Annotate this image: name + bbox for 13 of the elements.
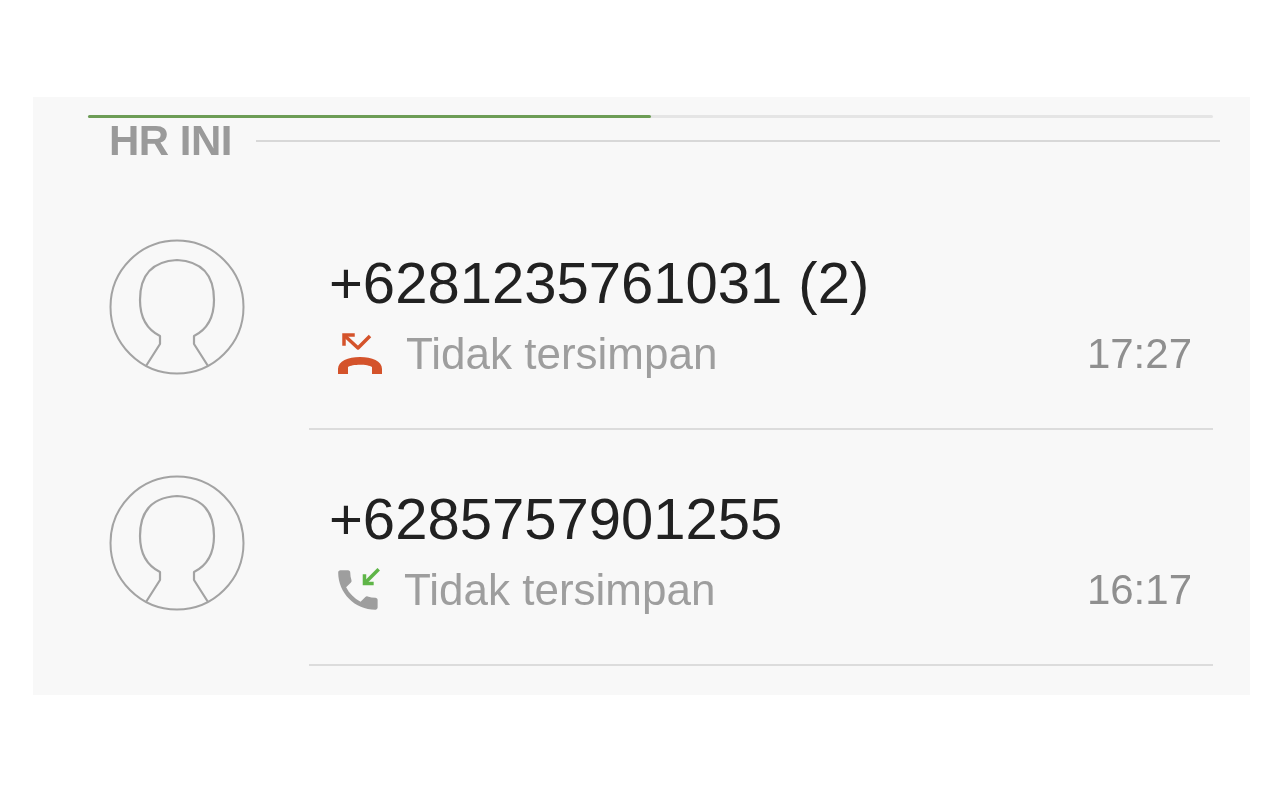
call-status: Tidak tersimpan xyxy=(406,329,718,379)
avatar-icon xyxy=(109,239,245,375)
section-header: HR INI xyxy=(109,120,232,162)
missed-call-icon xyxy=(336,333,384,375)
incoming-call-icon xyxy=(336,568,382,612)
call-time: 17:27 xyxy=(1086,329,1192,379)
phone-number: +6285757901255 xyxy=(329,487,783,551)
call-time: 16:17 xyxy=(1086,565,1192,615)
phone-number: +6281235761031 (2) xyxy=(329,251,870,315)
call-entry[interactable]: +6285757901255 Tidak tersimpan 16:17 xyxy=(309,430,1213,666)
call-entry[interactable]: +6281235761031 (2) Tidak tersimpan 17:27 xyxy=(309,194,1213,430)
call-status: Tidak tersimpan xyxy=(404,565,716,615)
avatar-icon xyxy=(109,475,245,611)
